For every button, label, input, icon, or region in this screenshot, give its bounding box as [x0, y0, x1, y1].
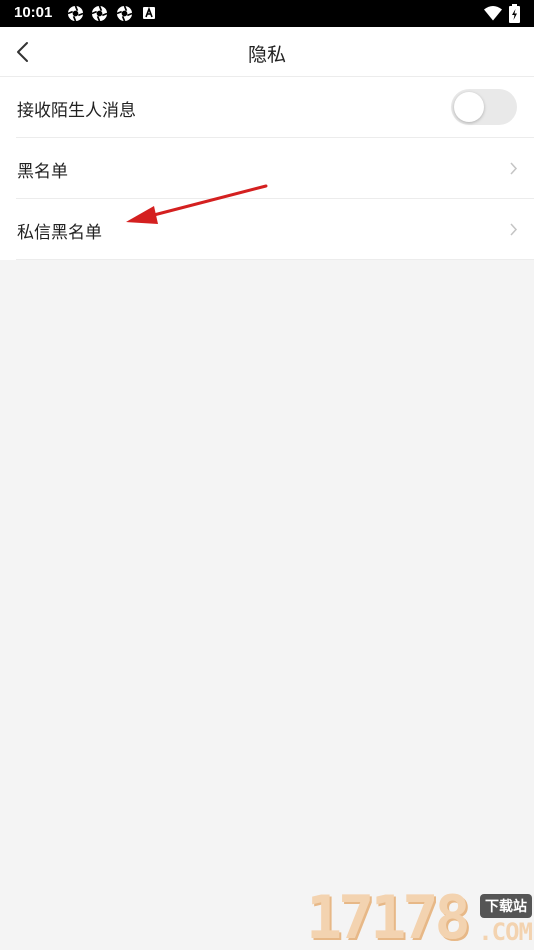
aperture-icon — [67, 5, 84, 22]
status-bar: 10:01 — [0, 0, 534, 27]
watermark-suffix: .COM — [478, 918, 533, 946]
battery-charging-icon — [509, 4, 520, 23]
setting-blacklist[interactable]: 黑名单 — [16, 138, 534, 199]
chevron-right-icon — [510, 162, 518, 175]
header: 隐私 — [0, 27, 534, 77]
toggle-knob — [454, 92, 484, 122]
setting-private-message-blacklist[interactable]: 私信黑名单 — [16, 199, 534, 260]
stranger-messages-toggle[interactable] — [451, 89, 517, 125]
red-arrow-annotation — [126, 184, 268, 224]
watermark-digits: 17178 — [306, 883, 471, 950]
setting-label: 接收陌生人消息 — [17, 101, 136, 121]
chevron-right-icon — [510, 223, 518, 236]
watermark-logo: 17178 下载站 .COM — [306, 886, 534, 950]
wifi-icon — [484, 6, 502, 21]
status-time: 10:01 — [14, 4, 53, 21]
setting-label: 黑名单 — [17, 162, 68, 182]
aperture-icon — [116, 5, 133, 22]
watermark-badge: 下载站 — [480, 894, 532, 918]
a-square-icon — [143, 7, 155, 19]
page-title: 隐私 — [247, 44, 286, 66]
aperture-icon — [91, 5, 108, 22]
setting-receive-stranger-messages[interactable]: 接收陌生人消息 — [16, 77, 534, 138]
setting-label: 私信黑名单 — [17, 223, 102, 243]
